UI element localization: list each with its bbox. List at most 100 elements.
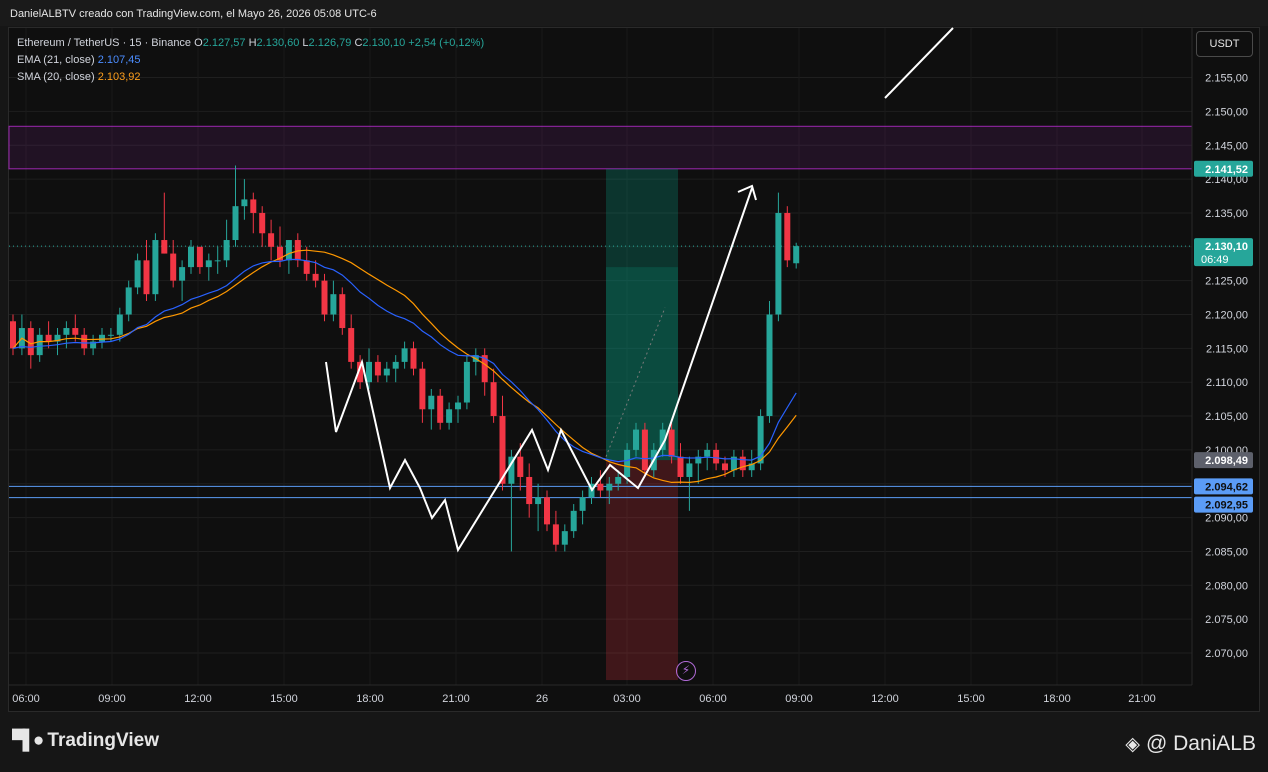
price-tick-label: 2.155,00 — [1205, 73, 1248, 85]
price-tick-label: 2.115,00 — [1206, 343, 1248, 355]
candle-body — [490, 382, 497, 417]
ema-label: EMA (21, close) — [17, 54, 95, 66]
candle-body — [446, 409, 453, 423]
candle-body — [374, 361, 381, 376]
price-tick-label: 2.090,00 — [1205, 513, 1248, 525]
symbol-label: Ethereum / TetherUS · 15 · Binance — [17, 37, 192, 49]
candle-body — [793, 246, 800, 264]
low-value: 2.126,79 — [308, 37, 352, 49]
candle-body — [597, 483, 604, 491]
position-loss-zone — [606, 460, 678, 681]
close-value: 2.130,10 — [362, 37, 406, 49]
candle-body — [232, 206, 239, 241]
candle-body — [205, 260, 212, 268]
price-tick-label: 2.070,00 — [1205, 648, 1248, 660]
price-tick-label: 2.145,00 — [1205, 140, 1248, 152]
candle-body — [241, 199, 248, 207]
candle-body — [633, 429, 639, 450]
candle-body — [579, 497, 586, 511]
candle-body — [535, 497, 542, 505]
chart-legend: Ethereum / TetherUS · 15 · Binance O 2.12… — [17, 35, 484, 86]
high-value: 2.130,60 — [256, 37, 300, 49]
time-tick-label: 12:00 — [871, 693, 899, 705]
candle-body — [455, 402, 461, 410]
candle-body — [624, 449, 631, 477]
currency-button[interactable]: USDT — [1196, 31, 1253, 57]
sma-value: 2.103,92 — [97, 71, 141, 83]
candle-body — [410, 348, 417, 369]
ema-value: 2.107,45 — [97, 54, 141, 66]
candle-body — [99, 334, 105, 342]
price-label-text: 2.092,95 — [1205, 500, 1248, 512]
candle-body — [81, 334, 88, 349]
candle-body — [704, 449, 711, 457]
price-tick-label: 2.110,00 — [1206, 377, 1248, 389]
legend-ohlc-row: Ethereum / TetherUS · 15 · Binance O 2.12… — [17, 35, 484, 52]
time-tick-label: 18:00 — [1043, 693, 1071, 705]
time-tick-label: 09:00 — [785, 693, 813, 705]
candle-body — [401, 348, 408, 362]
candle-body — [10, 321, 16, 349]
candle-body — [463, 361, 470, 403]
candle-body — [739, 456, 746, 471]
time-tick-label: 15:00 — [270, 693, 298, 705]
sma-label: SMA (20, close) — [17, 71, 95, 83]
time-tick-label: 06:00 — [12, 693, 40, 705]
price-tick-label: 2.125,00 — [1205, 276, 1248, 288]
change-value: +2,54 (+0,12%) — [408, 37, 485, 49]
time-tick-label: 21:00 — [442, 693, 470, 705]
legend-ema-row[interactable]: EMA (21, close) 2.107,45 — [17, 52, 484, 69]
candle-body — [268, 233, 275, 247]
candle-body — [214, 260, 221, 262]
candle-body — [641, 429, 648, 471]
price-label-text: 2.141,52 — [1205, 164, 1248, 176]
candle-body — [312, 273, 319, 281]
author-tag: ◈ @ DaniALB — [1125, 732, 1256, 756]
candle-body — [339, 294, 346, 329]
candle-body — [63, 328, 70, 335]
candle-body — [383, 368, 390, 376]
legend-sma-row[interactable]: SMA (20, close) 2.103,92 — [17, 69, 484, 86]
price-tick-label: 2.075,00 — [1205, 614, 1248, 626]
price-tick-label: 2.085,00 — [1205, 546, 1248, 558]
candle-body — [775, 212, 782, 315]
candle-body — [419, 368, 426, 410]
time-tick-label: 18:00 — [356, 693, 384, 705]
open-label: O — [194, 37, 203, 49]
tradingview-logo[interactable]: ▀▌● TradingView — [12, 730, 159, 752]
candle-body — [116, 314, 123, 335]
candle-body — [161, 240, 168, 254]
candle-body — [766, 314, 773, 417]
candle-body — [784, 212, 791, 261]
trend-line — [884, 27, 954, 99]
time-tick-label: 15:00 — [957, 693, 985, 705]
candle-body — [152, 240, 159, 295]
time-tick-label: 21:00 — [1128, 693, 1156, 705]
time-tick-label: 06:00 — [699, 693, 727, 705]
candle-body — [392, 361, 399, 369]
candle-body — [615, 476, 622, 484]
candle-body — [517, 456, 524, 477]
candle-body — [348, 328, 355, 362]
candle-body — [285, 240, 292, 261]
author-label: @ DaniALB — [1145, 732, 1256, 755]
price-label-text: 2.094,62 — [1205, 481, 1248, 493]
candle-body — [544, 497, 550, 525]
lightning-icon[interactable]: ⚡ — [676, 661, 696, 681]
binance-logo-icon: ◈ — [1125, 733, 1140, 755]
candle-body — [303, 260, 310, 274]
countdown-label-text: 06:49 — [1201, 254, 1229, 266]
price-tick-label: 2.120,00 — [1205, 310, 1248, 322]
candle-body — [170, 253, 177, 281]
high-label: H — [248, 37, 257, 49]
arrow-head — [737, 184, 757, 201]
candle-body — [668, 429, 675, 457]
candle-body — [223, 240, 230, 261]
chart-canvas[interactable]: 2.070,00 2.075,00 2.080,00 2.085,00 2.090,00… — [0, 0, 1268, 712]
candle-body — [125, 287, 132, 315]
brand-label: TradingView — [47, 730, 159, 751]
candle-body — [428, 395, 435, 410]
candle-body — [713, 449, 720, 464]
candle-body — [179, 267, 186, 281]
candle-body — [570, 510, 577, 532]
